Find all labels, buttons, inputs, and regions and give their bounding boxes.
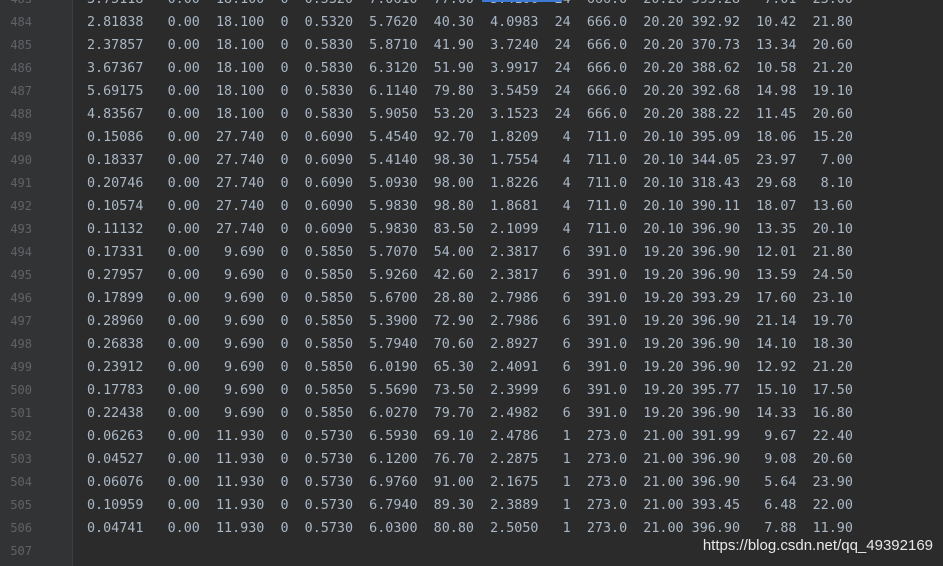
line-text[interactable]: 0.22438 0.00 9.690 0 0.5850 6.0270 79.70…: [87, 402, 853, 425]
code-line[interactable]: 499 0.23912 0.00 9.690 0 0.5850 6.0190 65…: [0, 356, 943, 379]
code-line[interactable]: 491 0.20746 0.00 27.740 0 0.6090 5.0930 9…: [0, 172, 943, 195]
line-number: 491: [10, 176, 32, 190]
line-number: 494: [10, 245, 32, 259]
code-line[interactable]: 494 0.17331 0.00 9.690 0 0.5850 5.7070 54…: [0, 241, 943, 264]
line-number: 504: [10, 475, 32, 489]
code-line[interactable]: 500 0.17783 0.00 9.690 0 0.5850 5.5690 73…: [0, 379, 943, 402]
line-number: 503: [10, 452, 32, 466]
line-number: 500: [10, 383, 32, 397]
line-number: 490: [10, 153, 32, 167]
line-text[interactable]: 0.10959 0.00 11.930 0 0.5730 6.7940 89.3…: [87, 494, 853, 517]
line-text[interactable]: 2.37857 0.00 18.100 0 0.5830 5.8710 41.9…: [87, 34, 853, 57]
code-line[interactable]: 498 0.26838 0.00 9.690 0 0.5850 5.7940 70…: [0, 333, 943, 356]
line-number: 499: [10, 360, 32, 374]
line-text[interactable]: 0.17899 0.00 9.690 0 0.5850 5.6700 28.80…: [87, 287, 853, 310]
line-text[interactable]: 0.06076 0.00 11.930 0 0.5730 6.9760 91.0…: [87, 471, 853, 494]
line-number: 485: [10, 38, 32, 52]
code-line[interactable]: 487 5.69175 0.00 18.100 0 0.5830 6.1140 7…: [0, 80, 943, 103]
line-text[interactable]: 0.26838 0.00 9.690 0 0.5850 5.7940 70.60…: [87, 333, 853, 356]
code-line[interactable]: 490 0.18337 0.00 27.740 0 0.6090 5.4140 9…: [0, 149, 943, 172]
line-text[interactable]: 0.17331 0.00 9.690 0 0.5850 5.7070 54.00…: [87, 241, 853, 264]
line-text[interactable]: 0.18337 0.00 27.740 0 0.6090 5.4140 98.3…: [87, 149, 853, 172]
line-number: 493: [10, 222, 32, 236]
line-text[interactable]: 2.81838 0.00 18.100 0 0.5320 5.7620 40.3…: [87, 11, 853, 34]
line-text[interactable]: 3.75118 0.00 18.100 0 0.5320 7.0610 77.0…: [87, 0, 853, 11]
line-number: 484: [10, 15, 32, 29]
code-line[interactable]: 505 0.10959 0.00 11.930 0 0.5730 6.7940 8…: [0, 494, 943, 517]
code-line[interactable]: 496 0.17899 0.00 9.690 0 0.5850 5.6700 28…: [0, 287, 943, 310]
line-number: 496: [10, 291, 32, 305]
code-line[interactable]: 483 3.75118 0.00 18.100 0 0.5320 7.0610 7…: [0, 0, 943, 11]
line-number: 483: [0, 0, 32, 11]
editor-lines[interactable]: 483 3.75118 0.00 18.100 0 0.5320 7.0610 7…: [0, 0, 943, 563]
line-text[interactable]: 4.83567 0.00 18.100 0 0.5830 5.9050 53.2…: [87, 103, 853, 126]
code-line[interactable]: 489 0.15086 0.00 27.740 0 0.6090 5.4540 9…: [0, 126, 943, 149]
caret-highlight: [482, 0, 562, 2]
code-line[interactable]: 504 0.06076 0.00 11.930 0 0.5730 6.9760 9…: [0, 471, 943, 494]
line-number: 486: [10, 61, 32, 75]
line-text[interactable]: 5.69175 0.00 18.100 0 0.5830 6.1140 79.8…: [87, 80, 853, 103]
line-number: 489: [10, 130, 32, 144]
line-text[interactable]: 0.10574 0.00 27.740 0 0.6090 5.9830 98.8…: [87, 195, 853, 218]
line-text[interactable]: 3.67367 0.00 18.100 0 0.5830 6.3120 51.9…: [87, 57, 853, 80]
line-number: 487: [10, 84, 32, 98]
code-line[interactable]: 485 2.37857 0.00 18.100 0 0.5830 5.8710 4…: [0, 34, 943, 57]
code-line[interactable]: 486 3.67367 0.00 18.100 0 0.5830 6.3120 5…: [0, 57, 943, 80]
line-number: 497: [10, 314, 32, 328]
code-line[interactable]: 492 0.10574 0.00 27.740 0 0.6090 5.9830 9…: [0, 195, 943, 218]
line-number: 492: [10, 199, 32, 213]
line-text[interactable]: 0.11132 0.00 27.740 0 0.6090 5.9830 83.5…: [87, 218, 853, 241]
line-number: 506: [10, 521, 32, 535]
code-editor[interactable]: 483 3.75118 0.00 18.100 0 0.5320 7.0610 7…: [0, 0, 943, 566]
line-text[interactable]: 0.15086 0.00 27.740 0 0.6090 5.4540 92.7…: [87, 126, 853, 149]
watermark: https://blog.csdn.net/qq_49392169: [702, 537, 933, 554]
line-text[interactable]: 0.28960 0.00 9.690 0 0.5850 5.3900 72.90…: [87, 310, 853, 333]
line-number: 502: [10, 429, 32, 443]
line-number: 498: [10, 337, 32, 351]
code-line[interactable]: 493 0.11132 0.00 27.740 0 0.6090 5.9830 8…: [0, 218, 943, 241]
line-text[interactable]: 0.04527 0.00 11.930 0 0.5730 6.1200 76.7…: [87, 448, 853, 471]
line-number: 505: [10, 498, 32, 512]
line-number: 507: [10, 544, 32, 558]
code-line[interactable]: 495 0.27957 0.00 9.690 0 0.5850 5.9260 42…: [0, 264, 943, 287]
line-number: 495: [10, 268, 32, 282]
line-text[interactable]: 0.17783 0.00 9.690 0 0.5850 5.5690 73.50…: [87, 379, 853, 402]
line-number: 501: [10, 406, 32, 420]
line-text[interactable]: 0.23912 0.00 9.690 0 0.5850 6.0190 65.30…: [87, 356, 853, 379]
code-line[interactable]: 503 0.04527 0.00 11.930 0 0.5730 6.1200 7…: [0, 448, 943, 471]
line-text[interactable]: 0.06263 0.00 11.930 0 0.5730 6.5930 69.1…: [87, 425, 853, 448]
code-line[interactable]: 484 2.81838 0.00 18.100 0 0.5320 5.7620 4…: [0, 11, 943, 34]
code-line[interactable]: 497 0.28960 0.00 9.690 0 0.5850 5.3900 72…: [0, 310, 943, 333]
code-line[interactable]: 502 0.06263 0.00 11.930 0 0.5730 6.5930 6…: [0, 425, 943, 448]
line-number: 488: [10, 107, 32, 121]
code-line[interactable]: 488 4.83567 0.00 18.100 0 0.5830 5.9050 5…: [0, 103, 943, 126]
code-line[interactable]: 501 0.22438 0.00 9.690 0 0.5850 6.0270 79…: [0, 402, 943, 425]
line-text[interactable]: 0.27957 0.00 9.690 0 0.5850 5.9260 42.60…: [87, 264, 853, 287]
line-text[interactable]: 0.20746 0.00 27.740 0 0.6090 5.0930 98.0…: [87, 172, 853, 195]
